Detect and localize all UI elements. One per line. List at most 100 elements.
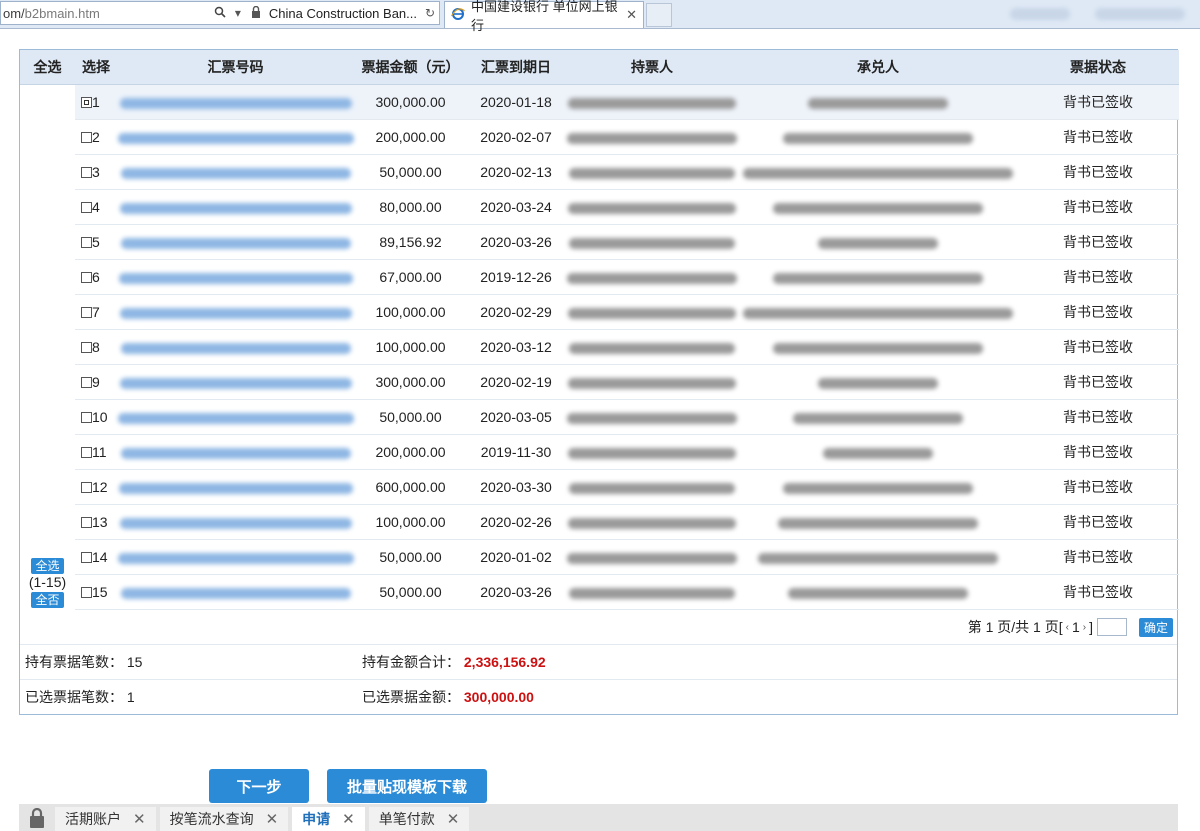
table-row[interactable]: 4 80,000.00 2020-03-24 背书已签收 [20,189,1179,225]
refresh-icon[interactable]: ↻ [421,6,439,20]
chevron-down-icon[interactable]: ▾ [229,6,247,20]
bill-no-redacted[interactable] [119,202,352,214]
bill-no-redacted[interactable] [119,307,352,319]
select-all-button[interactable]: 全选 [31,557,64,574]
address-url[interactable]: om/b2bmain.htm [1,6,211,21]
bill-no-cell[interactable] [117,224,354,260]
bill-no-cell[interactable] [117,259,354,295]
table-row[interactable]: 6 67,000.00 2019-12-26 背书已签收 [20,259,1179,295]
bill-no-redacted[interactable] [120,342,351,354]
row-select-cell[interactable]: 1 [75,84,117,120]
close-icon[interactable]: ✕ [626,7,637,23]
bill-no-cell[interactable] [117,504,354,540]
bill-no-redacted[interactable] [120,447,351,459]
row-select-cell[interactable]: 13 [75,504,117,540]
row-select-cell[interactable]: 4 [75,189,117,225]
row-select-cell[interactable]: 2 [75,119,117,155]
row-checkbox[interactable] [81,97,92,108]
table-row[interactable]: 10 50,000.00 2020-03-05 背书已签收 [20,399,1179,435]
row-checkbox[interactable] [81,447,92,458]
row-checkbox[interactable] [81,237,92,248]
table-row[interactable]: 5 89,156.92 2020-03-26 背书已签收 [20,224,1179,260]
table-row[interactable]: 2 200,000.00 2020-02-07 背书已签收 [20,119,1179,155]
table-row[interactable]: 9 300,000.00 2020-02-19 背书已签收 [20,364,1179,400]
bill-no-redacted[interactable] [120,167,351,179]
bill-no-redacted[interactable] [117,412,354,424]
row-checkbox[interactable] [81,412,92,423]
next-step-button[interactable]: 下一步 [209,769,309,803]
table-row[interactable]: 11 200,000.00 2019-11-30 背书已签收 [20,434,1179,470]
row-select-cell[interactable]: 11 [75,434,117,470]
row-select-cell[interactable]: 15 [75,574,117,610]
download-template-button[interactable]: 批量贴现模板下载 [327,769,487,803]
row-select-cell[interactable]: 3 [75,154,117,190]
row-checkbox[interactable] [81,132,92,143]
bill-no-redacted[interactable] [117,132,354,144]
bill-no-redacted[interactable] [120,587,351,599]
table-row[interactable]: 14 50,000.00 2020-01-02 背书已签收 [20,539,1179,575]
bill-no-redacted[interactable] [119,97,352,109]
bill-no-cell[interactable] [117,364,354,400]
taskbar-tab[interactable]: 单笔付款 ✕ [368,807,470,831]
row-checkbox[interactable] [81,342,92,353]
new-tab-button[interactable] [646,3,672,27]
bill-no-cell[interactable] [117,434,354,470]
row-checkbox[interactable] [81,552,92,563]
row-select-cell[interactable]: 9 [75,364,117,400]
bill-no-cell[interactable] [117,189,354,225]
bill-no-cell[interactable] [117,469,354,505]
row-checkbox[interactable] [81,482,92,493]
row-checkbox[interactable] [81,517,92,528]
table-row[interactable]: 全选 (1-15) 全否 1 300,000.00 2020-01-18 背书已签收 [20,84,1179,610]
address-bar[interactable]: om/b2bmain.htm ▾ China Construction Ban.… [0,1,440,25]
close-icon[interactable]: ✕ [447,810,460,828]
close-icon[interactable]: ✕ [266,810,279,828]
row-checkbox[interactable] [81,272,92,283]
bill-no-redacted[interactable] [119,517,352,529]
row-select-cell[interactable]: 12 [75,469,117,505]
bill-no-redacted[interactable] [118,482,353,494]
taskbar-tab[interactable]: 活期账户 ✕ [55,807,156,831]
table-row[interactable]: 13 100,000.00 2020-02-26 背书已签收 [20,504,1179,540]
bill-no-redacted[interactable] [119,377,352,389]
table-row[interactable]: 8 100,000.00 2020-03-12 背书已签收 [20,329,1179,365]
row-checkbox[interactable] [81,202,92,213]
table-row[interactable]: 12 600,000.00 2020-03-30 背书已签收 [20,469,1179,505]
table-row[interactable]: 7 100,000.00 2020-02-29 背书已签收 [20,294,1179,330]
bill-no-cell[interactable] [117,84,354,120]
row-select-cell[interactable]: 7 [75,294,117,330]
bill-no-cell[interactable] [117,294,354,330]
row-select-cell[interactable]: 8 [75,329,117,365]
bill-no-cell[interactable] [117,574,354,610]
table-row[interactable]: 15 50,000.00 2020-03-26 背书已签收 [20,574,1179,610]
bill-no-cell[interactable] [117,329,354,365]
bill-no-redacted[interactable] [117,552,354,564]
row-checkbox[interactable] [81,167,92,178]
select-none-button[interactable]: 全否 [31,591,64,608]
pager-prev[interactable]: ‹ [1066,622,1069,633]
bill-no-redacted[interactable] [118,272,353,284]
row-checkbox[interactable] [81,377,92,388]
table-row[interactable]: 3 50,000.00 2020-02-13 背书已签收 [20,154,1179,190]
browser-tab-active[interactable]: 中国建设银行 单位网上银行 ✕ [444,0,644,33]
taskbar-tab[interactable]: 申请 ✕ [292,807,365,831]
bill-no-cell[interactable] [117,119,354,155]
close-icon[interactable]: ✕ [133,810,146,828]
taskbar-tab[interactable]: 按笔流水查询 ✕ [159,807,289,831]
bill-no-redacted[interactable] [120,237,351,249]
search-icon[interactable] [211,6,229,21]
page-number-input[interactable] [1096,618,1127,636]
row-checkbox[interactable] [81,307,92,318]
row-select-cell[interactable]: 10 [75,399,117,435]
row-select-cell[interactable]: 14 [75,539,117,575]
bill-no-cell[interactable] [117,154,354,190]
pager-next[interactable]: › [1083,622,1086,633]
pager-confirm-button[interactable]: 确定 [1138,617,1173,637]
bill-no-cell[interactable] [117,539,354,575]
row-checkbox[interactable] [81,587,92,598]
close-icon[interactable]: ✕ [342,810,355,828]
bill-no-cell[interactable] [117,399,354,435]
lock-icon[interactable] [19,804,55,831]
row-select-cell[interactable]: 6 [75,259,117,295]
row-select-cell[interactable]: 5 [75,224,117,260]
